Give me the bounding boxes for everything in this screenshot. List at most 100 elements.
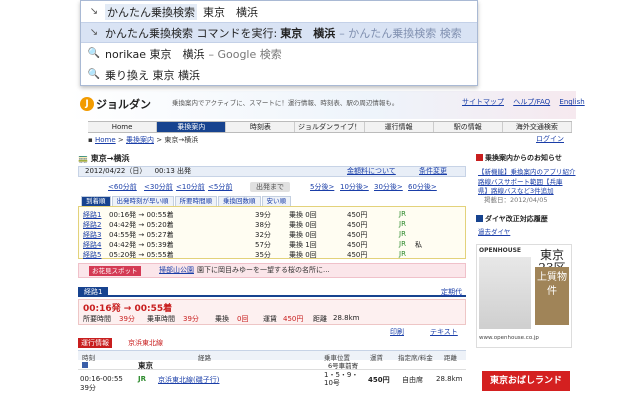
step-60-after[interactable]: 60分後> xyxy=(408,182,437,192)
tab-duration[interactable]: 所要時間順 xyxy=(174,196,217,206)
date-bar: 2012/04/22（日） 00:13 出発 金額料について 条件変更 xyxy=(78,166,466,177)
route-duration: 39分 xyxy=(255,211,271,219)
fare-label: 運賃 xyxy=(263,315,277,323)
notice-heading: 乗換案内からのお知らせ xyxy=(476,153,562,163)
login-link[interactable]: ログイン xyxy=(536,134,564,144)
route-row[interactable]: 経路4 04:42発 → 05:39着 57分 乗換 1回 450円 JR 私 xyxy=(79,240,465,249)
breadcrumb-home[interactable]: Home xyxy=(95,136,116,144)
sitemap-link[interactable]: サイトマップ xyxy=(462,98,504,106)
nav-live[interactable]: ジョルダンライブ！ xyxy=(295,122,365,132)
result-header: 経路1 定期代 xyxy=(78,287,466,297)
step-30-before[interactable]: <30分前 xyxy=(144,182,173,192)
ad-banner-2[interactable]: 東京おばしランド xyxy=(482,371,570,391)
route-label[interactable]: 経路1 xyxy=(83,210,101,220)
step-10-after[interactable]: 10分後> xyxy=(340,182,369,192)
omnibox-input-row[interactable]: ↘ かんたん乗換検索 東京 横浜 xyxy=(81,1,477,22)
ad-url: www.openhouse.co.jp xyxy=(479,335,539,341)
station-name[interactable]: 東京 xyxy=(138,360,153,371)
segment-position: 1・5・9・10号 xyxy=(324,371,359,387)
spot-text: 園下に岡目みゆーを一望する桜の名所に... xyxy=(197,266,330,274)
commuter-pass-link[interactable]: 定期代 xyxy=(441,287,462,297)
tab-transfers[interactable]: 乗換回数順 xyxy=(218,196,261,206)
tab-cheapest[interactable]: 安い順 xyxy=(261,196,291,206)
route-duration: 32分 xyxy=(255,231,271,239)
route-label[interactable]: 経路2 xyxy=(83,220,101,230)
step-depart[interactable]: 出発まで xyxy=(250,182,290,192)
route-time: 05:20発 → 05:55着 xyxy=(109,251,174,259)
transfer-value: 0回 xyxy=(237,315,249,323)
text-link[interactable]: テキスト xyxy=(430,327,458,337)
step-60-before[interactable]: <60分前 xyxy=(108,182,137,192)
route-row[interactable]: 経路3 04:55発 → 05:27着 32分 乗換 0回 450円 JR xyxy=(79,230,465,239)
ad-brand: OPENHOUSE xyxy=(479,247,522,254)
top-links: サイトマップ ヘルプ/FAQ English xyxy=(455,97,585,107)
suggestion-google-suffix: – Google 検索 xyxy=(208,47,282,61)
suggestion-keyword[interactable]: ↘ かんたん乗換検索 コマンドを実行: 東京 横浜 – かんたん乗換検索 検索 xyxy=(81,22,477,43)
main-nav: Home 乗換案内 時刻表 ジョルダンライブ！ 運行情報 駅の情報 海外交通検索 xyxy=(88,121,572,133)
segment-fare: 450円 xyxy=(368,376,390,384)
step-5-after[interactable]: 5分後> xyxy=(310,182,334,192)
sort-tabs: 到着順 出発時刻が早い順 所要時間順 乗換回数順 安い順 xyxy=(81,196,292,206)
step-5-before[interactable]: <5分前 xyxy=(208,182,232,192)
route-row[interactable]: 経路1 00:16発 → 00:55着 39分 乗換 0回 450円 JR xyxy=(79,210,465,219)
route-transfers: 乗換 0回 xyxy=(289,251,317,259)
step-10-before[interactable]: <10分前 xyxy=(176,182,205,192)
tab-arrival[interactable]: 到着順 xyxy=(81,196,111,206)
segment-line[interactable]: 京浜東北線(磯子行) xyxy=(158,375,219,385)
route-row[interactable]: 経路2 04:42発 → 05:20着 38分 乗換 0回 450円 JR xyxy=(79,220,465,229)
fare-info-link[interactable]: 金額料について xyxy=(347,167,396,176)
breadcrumb-sep: > xyxy=(117,136,124,144)
route-line: JR xyxy=(399,230,406,238)
english-link[interactable]: English xyxy=(559,98,584,106)
segment-row: 00:16-00:55 39分 JR 京浜東北線(磯子行) 1・5・9・10号 … xyxy=(78,371,466,393)
change-conditions-link[interactable]: 条件変更 xyxy=(419,167,447,176)
notice-date: 掲載日：2012/04/05 xyxy=(484,196,548,204)
breadcrumb: ▪ Home > 乗換案内 > 東京→横浜 xyxy=(88,135,198,145)
ride-value: 39分 xyxy=(183,315,199,323)
step-30-after[interactable]: 30分後> xyxy=(374,182,403,192)
nav-timetable[interactable]: 時刻表 xyxy=(226,122,296,132)
segment-distance: 28.8km xyxy=(436,375,463,383)
route-label[interactable]: 経路3 xyxy=(83,230,101,240)
suggestion-google-query: norikae 東京 横浜 xyxy=(105,47,205,61)
nav-overseas[interactable]: 海外交通検索 xyxy=(503,122,572,132)
route-transfers: 乗換 0回 xyxy=(289,221,317,229)
service-info-line[interactable]: 京浜東北線 xyxy=(128,338,163,348)
ad-subtitle: 上質物件 xyxy=(535,267,569,325)
tab-departure[interactable]: 出発時刻が早い順 xyxy=(111,196,174,206)
nav-station-info[interactable]: 駅の情報 xyxy=(434,122,503,132)
suggestion-search[interactable]: 🔍 乗り換え 東京 横浜 xyxy=(81,64,477,85)
home-icon: ▪ xyxy=(88,136,93,144)
nav-transfer[interactable]: 乗換案内 xyxy=(157,122,227,132)
route-line: JR xyxy=(399,210,406,218)
route-row[interactable]: 経路5 05:20発 → 05:55着 35分 乗換 0回 450円 JR xyxy=(79,250,465,259)
help-link[interactable]: ヘルプ/FAQ xyxy=(513,98,550,106)
page-title: 🚃 東京→横浜 xyxy=(78,153,129,164)
route-label[interactable]: 経路5 xyxy=(83,250,101,260)
notice-item-1[interactable]: 【新機能】乗換案内のアプリ紹介 xyxy=(478,166,576,176)
fare-value: 450円 xyxy=(283,315,304,323)
route-duration: 38分 xyxy=(255,221,271,229)
spot-link[interactable]: 掃部山公園 xyxy=(159,264,194,277)
spot-banner: お花見スポット 掃部山公園 園下に岡目みゆーを一望する桜の名所に... xyxy=(78,263,466,278)
route-list: 経路1 00:16発 → 00:55着 39分 乗換 0回 450円 JR 経路2 04:42… xyxy=(78,206,466,259)
search-icon: 🔍 xyxy=(87,48,101,59)
suggestion-search-text: 乗り換え 東京 横浜 xyxy=(105,68,200,82)
breadcrumb-sep: > xyxy=(156,136,163,144)
distance-value: 28.8km xyxy=(333,314,360,322)
nav-home[interactable]: Home xyxy=(88,122,158,132)
breadcrumb-section[interactable]: 乗換案内 xyxy=(126,136,154,144)
logo[interactable]: J ジョルダン xyxy=(80,96,151,112)
route-label[interactable]: 経路4 xyxy=(83,240,101,250)
nav-service-info[interactable]: 運行情報 xyxy=(365,122,434,132)
ride-label: 乗車時間 xyxy=(147,315,175,323)
route-transfers: 乗換 0回 xyxy=(289,211,317,219)
print-link[interactable]: 印刷 xyxy=(390,327,404,337)
suggestion-google[interactable]: 🔍 norikae 東京 横浜 – Google 検索 xyxy=(81,43,477,64)
segment-seat: 自由席 xyxy=(402,376,423,384)
station-marker xyxy=(82,362,88,368)
route-line: JR xyxy=(399,250,406,258)
timetable-link[interactable]: 過去ダイヤ xyxy=(478,226,510,236)
route-line: JR xyxy=(399,240,406,248)
ad-banner[interactable]: OPENHOUSE 東京23区 上質物件 www.openhouse.co.jp xyxy=(476,244,572,348)
